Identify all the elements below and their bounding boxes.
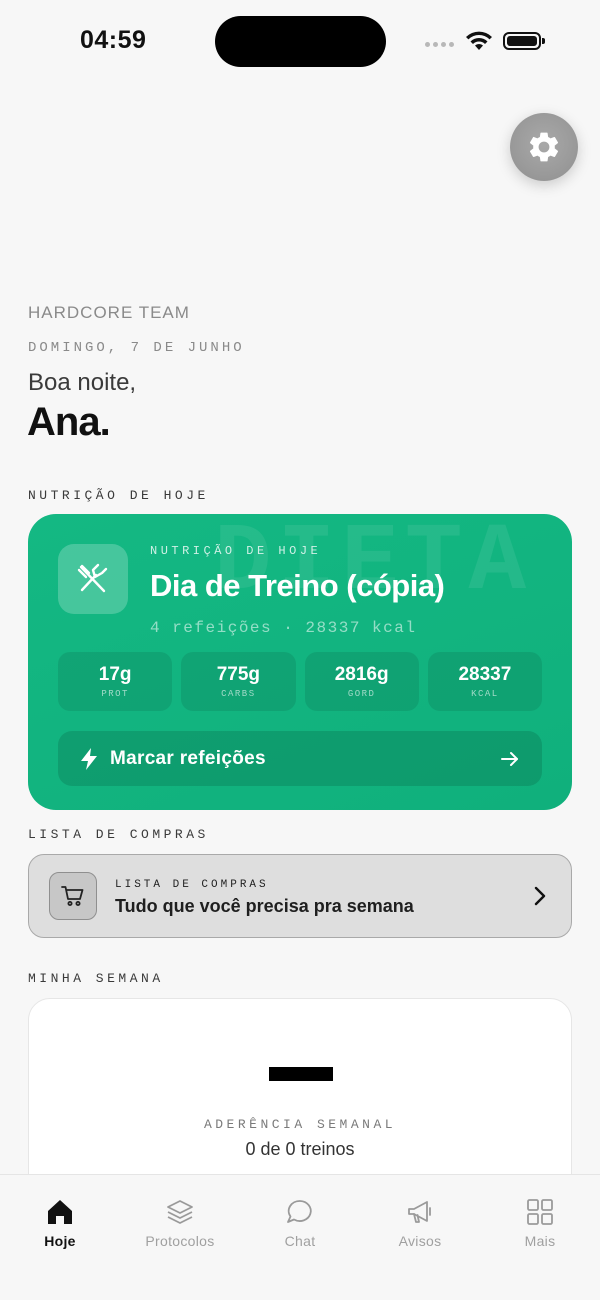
layers-icon: [167, 1200, 193, 1224]
home-icon: [48, 1200, 72, 1224]
arrow-right-icon: [501, 751, 518, 766]
macro-carbs: 775g CARBS: [181, 652, 296, 711]
macro-label: CARBS: [221, 689, 256, 699]
tab-mais[interactable]: Mais: [480, 1175, 600, 1300]
megaphone-icon: [408, 1201, 431, 1223]
mark-meals-button[interactable]: Marcar refeições: [58, 731, 542, 786]
macro-value: 2816g: [334, 664, 389, 685]
macro-label: GORD: [347, 689, 376, 699]
section-label-shopping: LISTA DE COMPRAS: [28, 827, 209, 842]
macro-value: 17g: [98, 664, 132, 685]
gear-icon: [529, 132, 559, 162]
macro-label: KCAL: [471, 689, 499, 699]
diet-plan-summary: 4 refeições · 28337 kcal: [150, 619, 417, 637]
tab-hoje[interactable]: Hoje: [0, 1175, 120, 1300]
fork-knife-icon: [77, 563, 108, 593]
diet-plan-title: Dia de Treino (cópia): [150, 568, 445, 603]
bottom-tab-bar: Hoje Protocolos Chat Avisos Mais: [0, 1174, 600, 1300]
status-bar: 04:59: [0, 0, 600, 84]
macro-stats: 17g PROT 775g CARBS 2816g GORD 28337 KCA…: [58, 652, 542, 711]
macro-fat: 2816g GORD: [304, 652, 419, 711]
tab-avisos[interactable]: Avisos: [360, 1175, 480, 1300]
wifi-icon: [466, 31, 492, 50]
greeting: Boa noite,: [28, 369, 137, 396]
dynamic-island: [215, 16, 386, 67]
card-overline: NUTRIÇÃO DE HOJE: [150, 544, 322, 558]
chevron-right-icon: [534, 886, 546, 906]
team-name: HARDCORE TEAM: [28, 303, 190, 322]
user-name: Ana.: [27, 400, 111, 444]
chat-bubble-icon: [287, 1200, 312, 1223]
grid-icon: [527, 1199, 553, 1225]
adherence-value: 0 de 0 treinos: [245, 1139, 355, 1159]
shopping-cart-icon: [61, 886, 84, 906]
tab-chat[interactable]: Chat: [240, 1175, 360, 1300]
lightning-icon: [81, 747, 97, 770]
adherence-placeholder: [269, 1067, 333, 1081]
section-label-week: MINHA SEMANA: [28, 971, 164, 986]
status-time: 04:59: [80, 26, 147, 54]
shopping-title: Tudo que você precisa pra semana: [115, 896, 414, 916]
tab-label: Hoje: [44, 1233, 76, 1249]
section-label-nutrition: NUTRIÇÃO DE HOJE: [28, 488, 209, 503]
settings-button[interactable]: [510, 113, 578, 181]
macro-protein: 17g PROT: [58, 652, 173, 711]
cellular-signal-icon: [425, 42, 454, 47]
tab-label: Mais: [524, 1233, 556, 1249]
shopping-overline: LISTA DE COMPRAS: [115, 879, 269, 891]
current-date: DOMINGO, 7 DE JUNHO: [28, 340, 245, 356]
macro-kcal: 28337 KCAL: [427, 652, 542, 711]
tab-label: Protocolos: [145, 1233, 215, 1249]
fork-knife-tile: [58, 544, 128, 614]
tab-protocolos[interactable]: Protocolos: [120, 1175, 240, 1300]
battery-icon: [503, 32, 545, 50]
cart-tile: [49, 872, 97, 920]
macro-value: 28337: [458, 664, 512, 685]
shopping-list-card[interactable]: LISTA DE COMPRAS Tudo que você precisa p…: [28, 854, 572, 938]
tab-label: Avisos: [398, 1233, 442, 1249]
mark-meals-label: Marcar refeições: [110, 747, 266, 769]
tab-label: Chat: [284, 1233, 316, 1249]
macro-value: 775g: [216, 664, 261, 685]
macro-label: PROT: [101, 689, 129, 699]
adherence-label: ADERÊNCIA SEMANAL: [203, 1117, 397, 1132]
nutrition-card[interactable]: DIETA NUTRIÇÃO DE HOJE Dia de Treino (có…: [28, 514, 572, 810]
